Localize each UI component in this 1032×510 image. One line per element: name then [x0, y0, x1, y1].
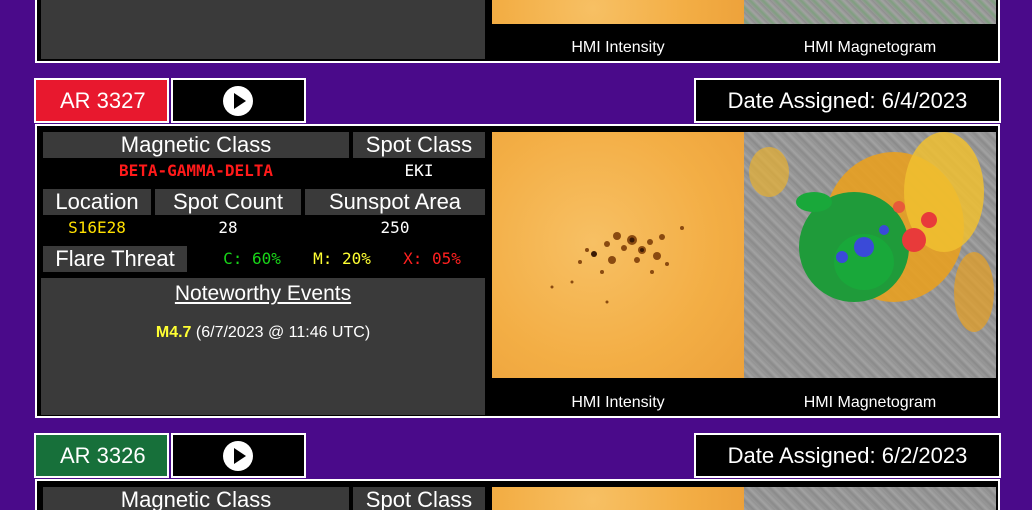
magnetic-class-header: Magnetic Class — [43, 487, 349, 510]
hmi-intensity-image[interactable] — [492, 0, 744, 24]
location-header: Location — [43, 189, 151, 215]
hmi-intensity-caption: HMI Intensity — [571, 39, 665, 56]
spot-count-header: Spot Count — [155, 189, 301, 215]
magnetic-class-value: BETA-GAMMA-DELTA — [118, 161, 274, 180]
left-panel-empty — [41, 0, 485, 59]
noteworthy-events-panel: Noteworthy Events M4.7 (6/7/2023 @ 11:46… — [41, 278, 485, 415]
noteworthy-events-title: Noteworthy Events — [174, 282, 352, 305]
spot-class-header: Spot Class — [353, 487, 485, 510]
flare-threat-c: C: 60% — [223, 249, 281, 268]
event-timestamp: (6/7/2023 @ 11:46 UTC) — [195, 324, 371, 341]
spot-class-header: Spot Class — [353, 132, 485, 158]
ar-3326-tab[interactable]: AR 3326 — [34, 433, 169, 478]
magnetic-class-header: Magnetic Class — [43, 132, 349, 158]
sunspot-group-graphic — [550, 226, 684, 304]
region-card-3326: Magnetic Class Spot Class — [35, 479, 1000, 510]
ar-3327-tab[interactable]: AR 3327 — [34, 78, 169, 123]
sunspot-area-header: Sunspot Area — [305, 189, 485, 215]
spot-class-value: EKI — [404, 161, 434, 180]
region-card-3327: Magnetic Class Spot Class BETA-GAMMA-DEL… — [35, 124, 1000, 418]
hmi-magnetogram-image[interactable] — [744, 487, 996, 510]
ar-3327-date-assigned: Date Assigned: 6/4/2023 — [694, 78, 1001, 123]
play-circle-icon — [223, 86, 253, 116]
play-circle-icon — [223, 441, 253, 471]
hmi-intensity-image[interactable] — [492, 132, 744, 378]
flare-threat-m: M: 20% — [313, 249, 371, 268]
magnetogram-graphic — [749, 132, 994, 332]
hmi-magnetogram-caption: HMI Magnetogram — [803, 394, 937, 411]
location-value: S16E28 — [68, 218, 126, 237]
hmi-intensity-image[interactable] — [492, 487, 744, 510]
hmi-magnetogram-image[interactable] — [744, 132, 996, 378]
flare-threat-x: X: 05% — [403, 249, 461, 268]
flare-threat-header: Flare Threat — [43, 246, 187, 272]
ar-3326-play-button[interactable] — [171, 433, 306, 478]
hmi-magnetogram-caption: HMI Magnetogram — [803, 39, 937, 56]
spot-count-value: 28 — [218, 218, 238, 237]
region-card-top: HMI Intensity HMI Magnetogram — [35, 0, 1000, 63]
hmi-magnetogram-image[interactable] — [744, 0, 996, 24]
hmi-intensity-caption: HMI Intensity — [571, 394, 665, 411]
event-flare-class: M4.7 — [155, 324, 192, 341]
ar-3326-date-assigned: Date Assigned: 6/2/2023 — [694, 433, 1001, 478]
ar-3327-play-button[interactable] — [171, 78, 306, 123]
sunspot-area-value: 250 — [380, 218, 410, 237]
noteworthy-event: M4.7 (6/7/2023 @ 11:46 UTC) — [41, 324, 485, 342]
